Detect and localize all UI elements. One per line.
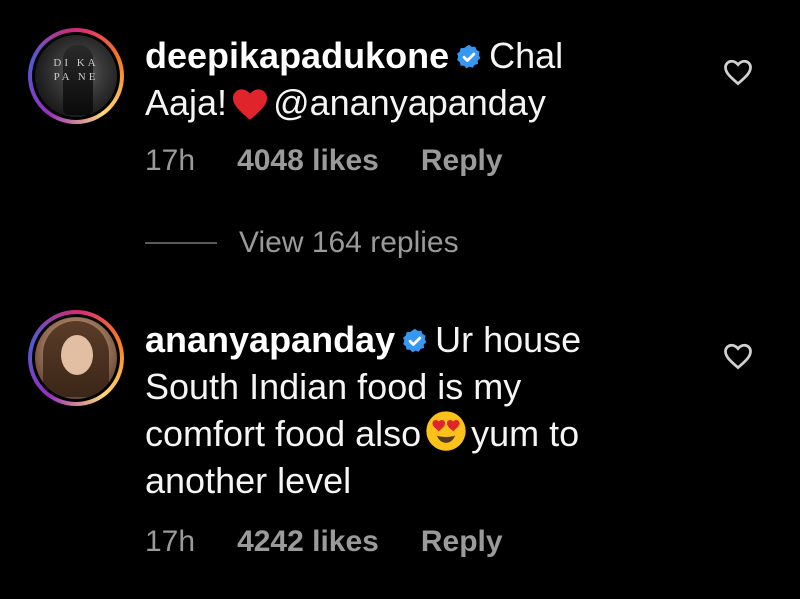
comment-text: ananyapanday Ur house South Indian food … (145, 316, 705, 504)
avatar-ring[interactable]: DI KA PA NE (28, 28, 124, 124)
comment-text-part-5: another level (145, 460, 352, 501)
comment-text-part-1: Chal (489, 35, 564, 76)
comment-time: 17h (145, 525, 196, 558)
comment-text-part-3: comfort food also (145, 413, 422, 454)
heart-eyes-emoji (426, 411, 466, 451)
verified-badge-icon (403, 328, 427, 353)
avatar-ring[interactable] (28, 310, 124, 406)
comment-text: deepikapadukone Chal Aaja! @ananyapanday (145, 32, 705, 126)
avatar-ananyapanday[interactable] (35, 317, 117, 399)
heart-outline-icon[interactable] (723, 58, 753, 86)
reply-button[interactable]: Reply (421, 144, 503, 178)
comment-deepikapadukone: DI KA PA NE deepikapadukone Chal Aaja! @… (0, 0, 800, 200)
comment-text-part-2: South Indian food is my (145, 366, 522, 407)
likes-count[interactable]: 4048 likes (237, 144, 379, 178)
comment-ananyapanday: ananyapanday Ur house South Indian food … (0, 300, 800, 599)
comment-text-part-4: yum to (471, 413, 580, 454)
red-heart-emoji (233, 89, 268, 120)
view-replies-label: View 164 replies (239, 226, 459, 259)
username[interactable]: ananyapanday (145, 319, 395, 360)
avatar-text-line-1: DI KA (53, 57, 99, 69)
mention-ananyapanday[interactable]: @ananyapanday (273, 82, 546, 123)
likes-count[interactable]: 4242 likes (237, 525, 379, 559)
username[interactable]: deepikapadukone (145, 35, 449, 76)
avatar-border: DI KA PA NE (32, 32, 120, 120)
avatar-border (32, 314, 120, 402)
comment-time: 17h (145, 144, 196, 177)
avatar-face (61, 335, 93, 375)
avatar-deepikapadukone[interactable]: DI KA PA NE (35, 35, 117, 117)
reply-button[interactable]: Reply (421, 525, 503, 559)
replies-divider (145, 242, 217, 244)
avatar-text-line-2: PA NE (53, 71, 99, 83)
view-replies-button[interactable]: View 164 replies (145, 226, 459, 260)
verified-badge-icon (457, 44, 481, 69)
comment-text-part-2: Aaja! (145, 82, 228, 123)
comment-meta: 17h 4048 likes Reply (145, 144, 503, 178)
comment-meta: 17h 4242 likes Reply (145, 525, 503, 559)
comment-text-part-1: Ur house (435, 319, 582, 360)
heart-outline-icon[interactable] (723, 342, 753, 370)
